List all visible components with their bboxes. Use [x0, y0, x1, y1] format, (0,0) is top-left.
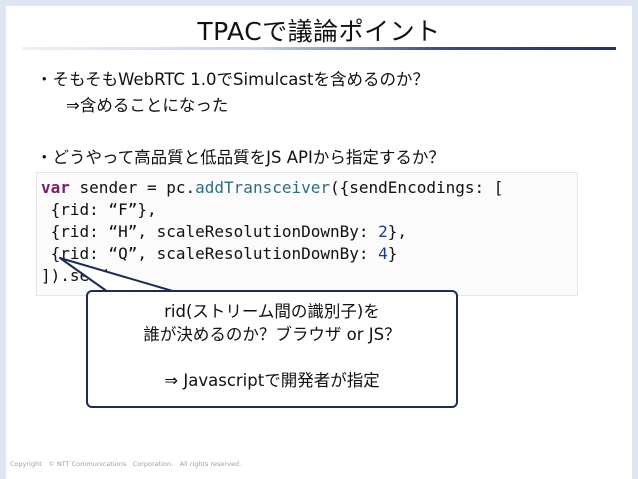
callout-box: rid(ストリーム間の識別子)を 誰が決めるのか？ブラウザ or JS？ ⇒ J… [86, 290, 458, 408]
callout-line-1: rid(ストリーム間の識別子)を [164, 302, 380, 321]
callout-line-2: 誰が決めるのか？ブラウザ or JS？ [143, 325, 401, 344]
callout-spacer [88, 346, 456, 369]
copyright-footer: Copyright © NTT Communications Corporati… [10, 460, 242, 468]
callout-line-3: ⇒ Javascriptで開発者が指定 [164, 371, 380, 390]
